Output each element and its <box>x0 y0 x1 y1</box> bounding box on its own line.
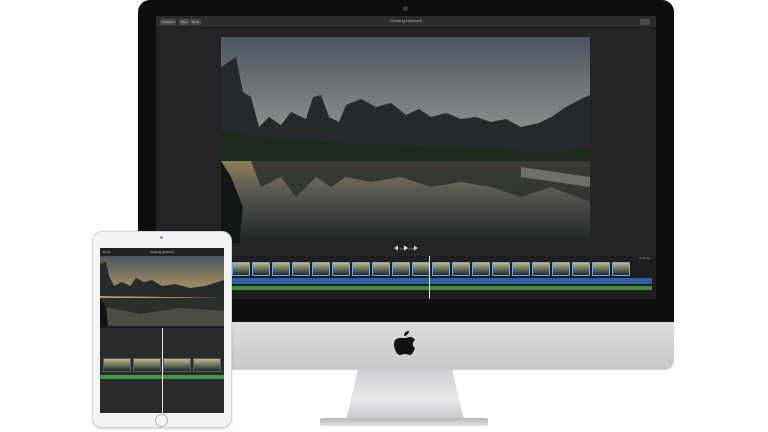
ipad-playhead[interactable] <box>162 328 163 413</box>
video-clip[interactable] <box>252 262 270 276</box>
ipad-video-clip[interactable] <box>103 358 131 372</box>
video-clip[interactable] <box>472 262 490 276</box>
skip-forward-icon[interactable] <box>414 245 418 251</box>
imac-foot <box>320 418 488 426</box>
audio-track-green[interactable] <box>232 286 652 290</box>
video-clip[interactable] <box>592 262 610 276</box>
apple-logo-icon <box>394 331 415 355</box>
audio-track-blue[interactable] <box>232 278 652 284</box>
video-clip[interactable] <box>552 262 570 276</box>
done-button[interactable]: Done <box>190 19 202 25</box>
ipad-video-clip[interactable] <box>163 358 191 372</box>
video-clip[interactable] <box>412 262 430 276</box>
video-clip[interactable] <box>292 262 310 276</box>
video-clip[interactable] <box>232 262 250 276</box>
libraries-button[interactable]: Libraries <box>160 19 176 25</box>
clip-strip <box>232 262 630 278</box>
video-clip[interactable] <box>272 262 290 276</box>
video-clip[interactable] <box>312 262 330 276</box>
video-clip[interactable] <box>432 262 450 276</box>
product-shot: Libraries Files Done Chasing Horizons 0:… <box>0 0 768 432</box>
video-viewer[interactable] <box>221 37 590 243</box>
video-clip[interactable] <box>372 262 390 276</box>
landscape-frame <box>221 37 590 243</box>
camera-icon <box>403 6 408 11</box>
ipad-camera-icon <box>160 236 163 239</box>
video-clip[interactable] <box>572 262 590 276</box>
files-button[interactable]: Files <box>179 19 190 25</box>
video-clip[interactable] <box>492 262 510 276</box>
app-toolbar: Libraries Files Done Chasing Horizons <box>156 16 656 28</box>
playhead[interactable] <box>429 256 430 299</box>
video-clip[interactable] <box>352 262 370 276</box>
ipad-project-title: Chasing Horizons <box>150 250 174 254</box>
ipad-landscape-frame <box>100 256 224 326</box>
timeline-settings-button[interactable]: Settings <box>639 256 650 260</box>
ipad-video-viewer[interactable] <box>100 256 224 326</box>
project-timeline[interactable]: 0:22 / 2:49 Settings <box>230 247 656 299</box>
ipad-video-clip[interactable] <box>193 358 221 372</box>
video-clip[interactable] <box>612 262 630 276</box>
ipad-screen: Done Chasing Horizons <box>100 248 224 413</box>
ipad-home-button[interactable] <box>155 414 168 427</box>
ipad-timeline[interactable] <box>100 328 224 413</box>
video-clip[interactable] <box>512 262 530 276</box>
imac-stand <box>346 370 464 420</box>
skip-back-icon[interactable] <box>394 245 398 251</box>
timecode: 0:22 / 2:49 <box>400 247 415 251</box>
ipad-done-button[interactable]: Done <box>103 250 110 254</box>
ipad-video-clip[interactable] <box>133 358 161 372</box>
ipad-nav-bar: Done Chasing Horizons <box>100 248 224 256</box>
video-clip[interactable] <box>392 262 410 276</box>
window-title: Chasing Horizons <box>390 18 422 23</box>
video-clip[interactable] <box>452 262 470 276</box>
video-clip[interactable] <box>532 262 550 276</box>
sidebar-toggle-button[interactable] <box>640 19 650 25</box>
video-clip[interactable] <box>332 262 350 276</box>
